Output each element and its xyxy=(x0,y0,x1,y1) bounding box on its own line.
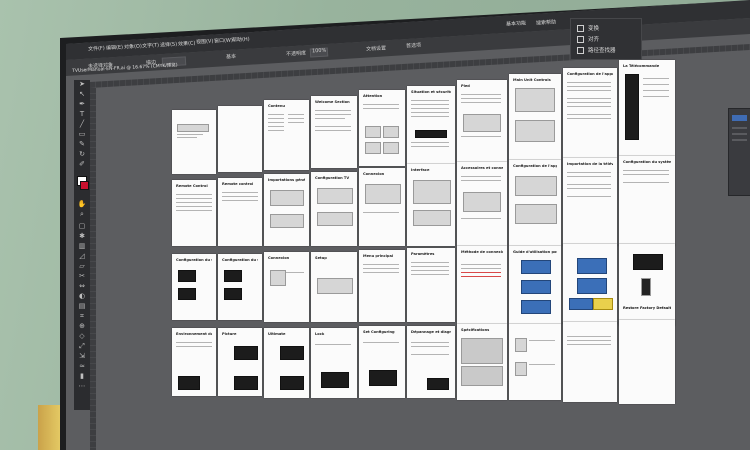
pathfinder-icon xyxy=(577,47,584,54)
artboard-title: Remote control xyxy=(222,182,254,186)
artboard-specifications[interactable]: Spécifications xyxy=(457,324,507,400)
artboard-controls[interactable]: Main Unit Controls xyxy=(509,74,561,160)
artboard-title: Configuration du système xyxy=(222,258,258,262)
artboard-title: Menu principal xyxy=(363,254,394,258)
remote-illustration xyxy=(625,74,639,140)
properties-panel xyxy=(728,108,750,196)
artboard-title: Dépannage et diagnostic xyxy=(411,330,451,334)
artboard-title: Importation de la télévision xyxy=(567,162,613,166)
artboard-title: Accessoires et connexions xyxy=(461,166,503,170)
artboard-remote-control-2[interactable]: Remote control xyxy=(218,178,262,246)
artboard-title: Remote Control xyxy=(176,184,208,188)
artboard-setup-2[interactable]: Setup xyxy=(311,252,357,322)
artboard-remote-control[interactable]: Remote Control xyxy=(172,180,216,246)
artboard-warranty[interactable] xyxy=(563,322,617,402)
artboard-title: Ultimate xyxy=(268,332,286,336)
artboard-interface[interactable]: Interface xyxy=(407,164,455,246)
transform-icon xyxy=(577,25,584,32)
artboard-title: Picture xyxy=(222,332,237,336)
menu-item-pathfinder[interactable]: 路径查找器 xyxy=(577,46,616,54)
artboard-title: Interface xyxy=(411,168,430,172)
artboard-tv-import[interactable]: Importation de la télévision xyxy=(563,158,617,246)
artboard-troubleshooting[interactable]: Dépannage et diagnostic xyxy=(407,326,455,398)
artboard-tv-connection-method[interactable]: Méthode de connexion à la télévision xyxy=(457,246,507,324)
artboard-title: Connexion xyxy=(363,172,385,176)
artboard-safety[interactable]: Situation et sécurités xyxy=(407,86,455,164)
artboard-connection-2[interactable]: Connexion xyxy=(264,252,309,322)
artboard-title: Configuration de l'appareil xyxy=(567,72,613,76)
artboard-tv-config[interactable]: Configuration TV xyxy=(311,172,357,246)
artboard-title: Configuration de l'appareil xyxy=(513,164,557,168)
artboard-connection[interactable]: Connexion xyxy=(359,168,405,246)
artboard-tv-content-guide[interactable]: Guide d'utilisation pour le contenu TV xyxy=(509,246,561,324)
artboard-title: Configuration TV xyxy=(315,176,350,180)
artboard-title: Attention xyxy=(363,94,383,98)
artboard-title: Paramètres xyxy=(411,252,435,256)
artboard-title: Situation et sécurités xyxy=(411,90,451,94)
artboard-title: Configuration du système xyxy=(176,258,212,262)
artboard-device-config[interactable]: Configuration de l'appareil xyxy=(509,160,561,246)
artboard-lock[interactable]: Lock xyxy=(311,328,357,398)
menu-item-align[interactable]: 对齐 xyxy=(577,35,599,43)
artboard-blank[interactable] xyxy=(218,106,262,172)
illustrator-window: 文件(F) 编辑(E) 对象(O) 文字(T) 选择(S) 效果(C) 视图(V… xyxy=(66,0,750,450)
artboard-main-menu[interactable]: Menu principal xyxy=(359,250,405,322)
artboard-remote[interactable]: La Télécommande xyxy=(619,60,675,156)
artboard-title: Guide d'utilisation pour le contenu TV xyxy=(513,250,557,254)
artboard-factory-default[interactable]: Restore Factory Default xyxy=(619,244,675,326)
artboard-cover[interactable] xyxy=(172,110,216,174)
artboard-title: La Télécommande xyxy=(623,64,660,68)
artboard-back-cover[interactable] xyxy=(619,320,675,404)
artboard-screens[interactable] xyxy=(563,244,617,324)
artboard-title: Connexion xyxy=(268,256,290,260)
artboard-title: Set Configuring xyxy=(363,330,395,334)
artboard-title: Setup xyxy=(315,256,327,260)
artboard-canvas: Contenu Welcome Section Attention Situat… xyxy=(66,0,750,450)
menu-item-transform[interactable]: 变换 xyxy=(577,24,599,32)
artboard-system-config-2[interactable]: Configuration du système xyxy=(172,254,216,320)
artboard-accessories[interactable]: Accessoires et connexions xyxy=(457,162,507,246)
artboard-tv-menu-env[interactable]: Environnement du menu TV xyxy=(172,328,216,396)
artboard-ultimate[interactable]: Ultimate xyxy=(264,328,309,398)
artboard-contents[interactable]: Contenu xyxy=(264,100,309,170)
artboard-title: Méthode de connexion à la télévision xyxy=(461,250,503,254)
artboard-title: Spécifications xyxy=(461,328,490,332)
artboard-system-config[interactable]: Configuration du système xyxy=(619,156,675,246)
artboard-title: Restore Factory Default xyxy=(623,306,671,310)
artboard-picture[interactable]: Picture xyxy=(218,328,262,396)
artboard-title: Contenu xyxy=(268,104,285,108)
artboard-system-config-3[interactable]: Configuration du système xyxy=(218,254,262,320)
panel-menu: 变换 对齐 路径查找器 xyxy=(570,18,642,60)
artboard-set-config[interactable]: Set Configuring xyxy=(359,326,405,398)
artboard-attention[interactable]: Attention xyxy=(359,90,405,166)
artboard-title: Configuration du système xyxy=(623,160,671,164)
align-icon xyxy=(577,36,584,43)
artboard-disposal[interactable] xyxy=(509,324,561,400)
artboard-title: Environnement du menu TV xyxy=(176,332,212,336)
artboard-title: Welcome Section xyxy=(315,100,350,104)
artboard-general[interactable]: Importations générales xyxy=(264,174,309,246)
artboard-title: Main Unit Controls xyxy=(513,78,551,82)
artboard-welcome[interactable]: Welcome Section xyxy=(311,96,357,168)
cover-banner xyxy=(177,124,209,132)
artboard-settings[interactable]: Paramètres xyxy=(407,248,455,322)
artboard-stand[interactable]: Pied xyxy=(457,80,507,162)
panel-tab-active[interactable] xyxy=(732,115,747,121)
artboard-title: Pied xyxy=(461,84,470,88)
artboard-title: Lock xyxy=(315,332,325,336)
artboard-title: Importations générales xyxy=(268,178,305,182)
artboard-setup[interactable]: Configuration de l'appareil xyxy=(563,68,617,158)
